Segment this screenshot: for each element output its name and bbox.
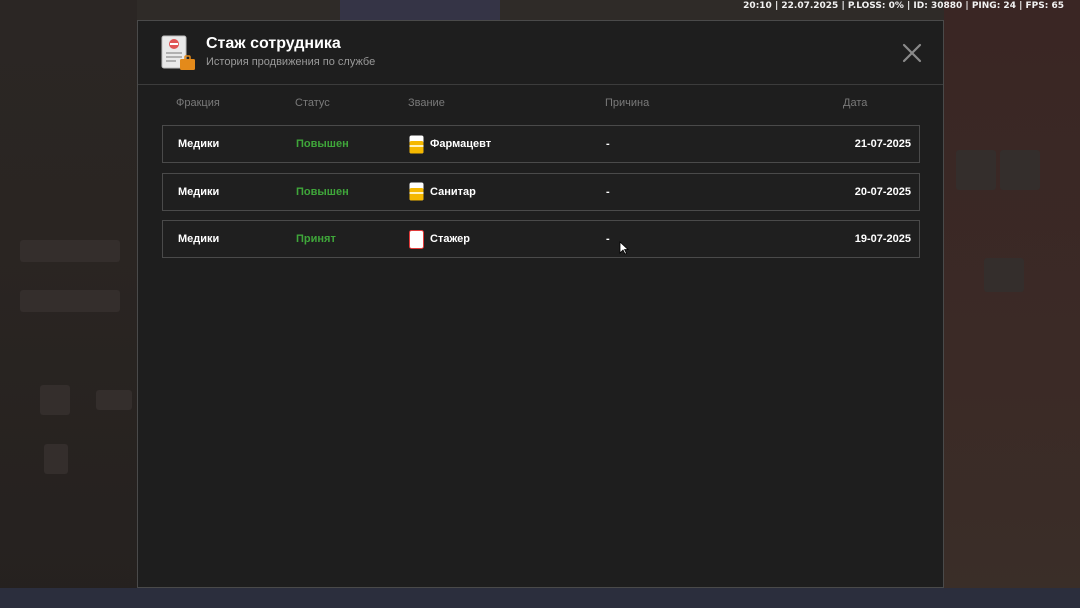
background-block — [984, 258, 1024, 292]
white-rank-icon — [409, 229, 424, 249]
modal-title: Стаж сотрудника — [206, 35, 341, 52]
history-list: Медики Повышен Фармацевт - 21-07-2025 Ме… — [162, 125, 920, 268]
row-rank: Санитар — [409, 174, 476, 210]
background-block — [1000, 150, 1040, 190]
column-header-reason: Причина — [605, 97, 650, 109]
row-date: 21-07-2025 — [854, 138, 911, 150]
column-header-faction: Фракция — [176, 97, 220, 109]
row-rank: Стажер — [409, 221, 470, 257]
background-right-panel — [944, 0, 1080, 608]
row-date: 19-07-2025 — [854, 233, 911, 245]
document-briefcase-icon — [160, 35, 196, 71]
table-header: Фракция Статус Звание Причина Дата — [138, 97, 943, 115]
background-block — [44, 444, 68, 474]
row-faction: Медики — [178, 185, 220, 198]
row-status: Повышен — [296, 138, 349, 150]
background-bottom-strip — [0, 588, 1080, 608]
column-header-rank: Звание — [408, 97, 445, 109]
row-status: Принят — [296, 233, 336, 245]
row-status: Повышен — [296, 185, 349, 198]
close-icon — [902, 43, 922, 63]
row-reason: - — [606, 185, 610, 198]
history-row[interactable]: Медики Повышен Фармацевт - 21-07-2025 — [162, 125, 920, 163]
row-reason: - — [606, 233, 610, 245]
mouse-cursor-icon — [619, 241, 629, 255]
row-faction: Медики — [178, 233, 220, 245]
row-rank-label: Фармацевт — [430, 138, 492, 150]
row-reason: - — [606, 138, 610, 150]
column-header-date: Дата — [843, 97, 868, 109]
history-row[interactable]: Медики Повышен Санитар - 20-07-2025 — [162, 172, 920, 211]
hud-status-line: 20:10 | 22.07.2025 | P.LOSS: 0% | ID: 30… — [743, 1, 1064, 11]
background-block — [956, 150, 996, 190]
history-row[interactable]: Медики Принят Стажер - 19-07-2025 — [162, 220, 920, 258]
background-block — [96, 390, 132, 410]
seniority-modal: Стаж сотрудника История продвижения по с… — [137, 20, 944, 588]
yellow-rank-icon — [409, 135, 424, 153]
modal-header: Стаж сотрудника История продвижения по с… — [138, 21, 943, 85]
modal-subtitle: История продвижения по службе — [206, 56, 376, 68]
background-block — [20, 290, 120, 312]
row-faction: Медики — [178, 138, 220, 150]
row-rank: Фармацевт — [409, 126, 491, 162]
yellow-rank-icon — [409, 182, 424, 201]
row-rank-label: Стажер — [430, 233, 470, 245]
column-header-status: Статус — [295, 97, 330, 109]
row-date: 20-07-2025 — [854, 185, 911, 198]
background-block — [20, 240, 120, 262]
row-rank-label: Санитар — [430, 185, 476, 198]
background-top-strip — [340, 0, 500, 20]
close-button[interactable] — [900, 41, 924, 65]
background-block — [40, 385, 70, 415]
